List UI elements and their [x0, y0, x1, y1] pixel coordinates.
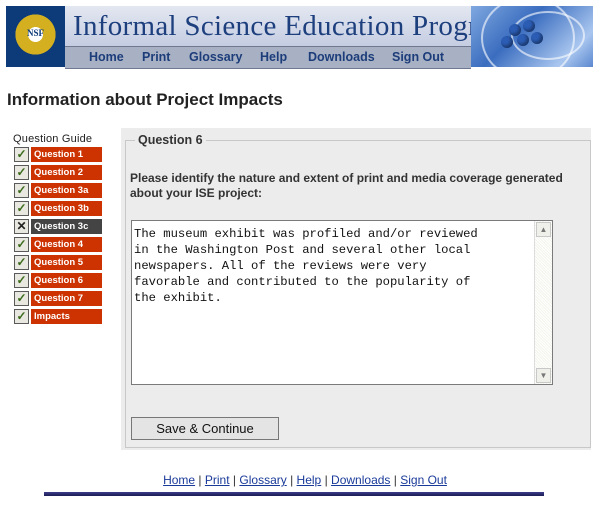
guide-item-question-3b[interactable]: ✓ Question 3b — [12, 200, 104, 218]
guide-item-question-7[interactable]: ✓ Question 7 — [12, 290, 104, 308]
checkmark-icon: ✓ — [14, 291, 29, 306]
top-nav: Home Print Glossary Help Downloads Sign … — [65, 46, 471, 69]
guide-item-question-3a[interactable]: ✓ Question 3a — [12, 182, 104, 200]
guide-item-label: Impacts — [31, 309, 102, 324]
nav-print[interactable]: Print — [142, 50, 170, 64]
scroll-down-arrow-icon[interactable]: ▼ — [536, 368, 551, 383]
nav-help[interactable]: Help — [260, 50, 287, 64]
title-area: Informal Science Education Program — [65, 6, 514, 46]
checkmark-icon: ✓ — [14, 309, 29, 324]
nav-downloads[interactable]: Downloads — [308, 50, 375, 64]
page-heading: Information about Project Impacts — [7, 90, 283, 109]
question-guide-title: Question Guide — [13, 133, 93, 145]
nav-glossary[interactable]: Glossary — [189, 50, 243, 64]
guide-item-question-1[interactable]: ✓ Question 1 — [12, 146, 104, 164]
guide-item-label: Question 3c — [31, 219, 102, 234]
question-panel: Question 6 Please identify the nature an… — [121, 128, 591, 450]
guide-item-question-4[interactable]: ✓ Question 4 — [12, 236, 104, 254]
guide-item-label: Question 3a — [31, 183, 102, 198]
nav-home[interactable]: Home — [89, 50, 124, 64]
guide-item-label: Question 5 — [31, 255, 102, 270]
program-title: Informal Science Education Program — [73, 10, 515, 42]
checkmark-icon: ✓ — [14, 147, 29, 162]
question-legend: Question 6 — [135, 133, 206, 147]
guide-item-question-2[interactable]: ✓ Question 2 — [12, 164, 104, 182]
guide-item-label: Question 4 — [31, 237, 102, 252]
footer-divider — [44, 492, 544, 496]
guide-item-label: Question 7 — [31, 291, 102, 306]
footer-separator: | — [198, 473, 202, 487]
guide-item-question-3c[interactable]: ✕ Question 3c — [12, 218, 104, 236]
footer-nav: Home | Print | Glossary | Help | Downloa… — [0, 473, 610, 487]
question-fieldset: Question 6 Please identify the nature an… — [125, 133, 591, 448]
question-prompt: Please identify the nature and extent of… — [130, 171, 563, 200]
footer-separator: | — [232, 473, 237, 487]
guide-item-question-6[interactable]: ✓ Question 6 — [12, 272, 104, 290]
guide-item-label: Question 3b — [31, 201, 102, 216]
nsf-logo-text: NSF — [26, 28, 44, 38]
footer-link-glossary[interactable]: Glossary — [239, 473, 286, 487]
answer-textarea[interactable]: The museum exhibit was profiled and/or r… — [131, 220, 553, 385]
checkmark-icon: ✓ — [14, 255, 29, 270]
guide-item-label: Question 6 — [31, 273, 102, 288]
question-guide: Question Guide ✓ Question 1 ✓ Question 2… — [12, 133, 104, 326]
textarea-scrollbar[interactable]: ▲ ▼ — [534, 221, 552, 384]
footer-link-print[interactable]: Print — [205, 473, 230, 487]
footer-link-help[interactable]: Help — [297, 473, 322, 487]
footer-separator: | — [324, 473, 328, 487]
scroll-up-arrow-icon[interactable]: ▲ — [536, 222, 551, 237]
checkmark-icon: ✓ — [14, 165, 29, 180]
footer-link-sign-out[interactable]: Sign Out — [400, 473, 447, 487]
checkmark-icon: ✓ — [14, 237, 29, 252]
nav-sign-out[interactable]: Sign Out — [392, 50, 444, 64]
save-continue-button[interactable]: Save & Continue — [131, 417, 279, 440]
footer-separator: | — [393, 473, 397, 487]
checkmark-icon: ✓ — [14, 273, 29, 288]
guide-item-impacts[interactable]: ✓ Impacts — [12, 308, 104, 326]
nsf-logo: NSF — [6, 6, 65, 67]
guide-item-question-5[interactable]: ✓ Question 5 — [12, 254, 104, 272]
checkmark-icon: ✓ — [14, 183, 29, 198]
guide-item-label: Question 2 — [31, 165, 102, 180]
site-banner: NSF Informal Science Education Program H… — [6, 6, 593, 69]
footer-link-downloads[interactable]: Downloads — [331, 473, 390, 487]
answer-text[interactable]: The museum exhibit was profiled and/or r… — [134, 226, 526, 306]
science-graphic — [471, 6, 593, 67]
x-mark-icon: ✕ — [14, 219, 29, 234]
checkmark-icon: ✓ — [14, 201, 29, 216]
footer-link-home[interactable]: Home — [163, 473, 195, 487]
guide-item-label: Question 1 — [31, 147, 102, 162]
footer-separator: | — [290, 473, 294, 487]
